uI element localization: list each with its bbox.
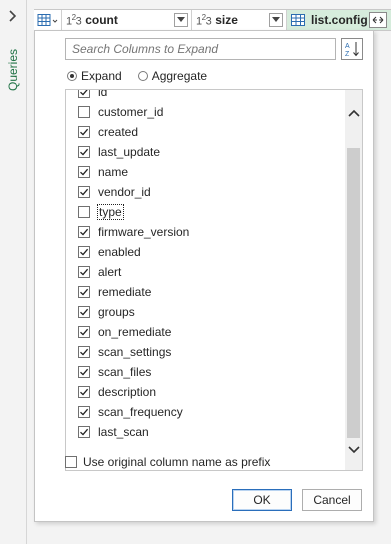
column-checkbox-label: vendor_id	[98, 185, 151, 199]
column-checkbox[interactable]	[78, 406, 90, 418]
column-checkbox-label: scan_settings	[98, 345, 172, 359]
column-checkbox-label: enabled	[98, 245, 141, 259]
column-name: count	[85, 13, 118, 27]
scroll-down-icon[interactable]	[345, 441, 362, 458]
column-checkbox[interactable]	[78, 186, 90, 198]
use-prefix-label: Use original column name as prefix	[83, 455, 271, 469]
column-checklist-item[interactable]: created	[66, 122, 344, 142]
column-checkbox-label: last_update	[98, 145, 161, 159]
column-checkbox-label: customer_id	[98, 105, 164, 119]
column-checkbox-label: alert	[98, 265, 122, 279]
column-checkbox-label: on_remediate	[98, 325, 172, 339]
column-checkbox-label: firmware_version	[98, 225, 190, 239]
aggregate-radio[interactable]: Aggregate	[137, 69, 208, 83]
use-prefix-checkbox[interactable]	[65, 456, 77, 468]
column-checkbox[interactable]	[78, 326, 90, 338]
chevron-right-icon[interactable]	[8, 9, 18, 23]
column-checklist-item[interactable]: vendor_id	[66, 182, 344, 202]
expand-columns-dropdown: A Z Expand Aggregate id customer_idcreate…	[34, 30, 374, 522]
column-header-count[interactable]: 123 count	[62, 10, 192, 30]
sort-az-icon: A Z	[345, 42, 359, 57]
column-checkbox-label: remediate	[98, 285, 152, 299]
column-checklist: id customer_idcreated last_updatename vendo…	[65, 89, 363, 471]
queries-pane: Queries	[0, 0, 27, 544]
column-checkbox[interactable]	[78, 346, 90, 358]
column-checkbox[interactable]	[78, 126, 90, 138]
aggregate-radio-label: Aggregate	[151, 69, 208, 83]
column-checkbox-label: name	[98, 165, 129, 179]
column-checkbox-label: scan_frequency	[98, 405, 183, 419]
column-checklist-items: id customer_idcreated last_updatename vendo…	[66, 89, 344, 442]
filter-dropdown-icon[interactable]	[269, 13, 283, 27]
number-type-icon[interactable]: 123	[66, 13, 82, 28]
column-checkbox-label: last_scan	[98, 425, 149, 439]
column-checklist-item[interactable]: name	[66, 162, 344, 182]
scroll-up-icon[interactable]	[345, 104, 362, 121]
column-checkbox[interactable]	[78, 246, 90, 258]
column-checklist-item[interactable]: firmware_version	[66, 222, 344, 242]
column-checkbox[interactable]	[78, 306, 90, 318]
column-checklist-item[interactable]: scan_settings	[66, 342, 344, 362]
power-query-window: Queries 123 count 123 size list.config S…	[0, 0, 391, 544]
column-header-list-config[interactable]: list.config	[287, 10, 391, 30]
column-checklist-item[interactable]: alert	[66, 262, 344, 282]
column-checkbox-label: created	[98, 125, 139, 139]
queries-pane-label[interactable]: Queries	[4, 40, 22, 100]
column-header-size[interactable]: 123 size	[192, 10, 287, 30]
table-menu-button[interactable]	[34, 10, 62, 30]
scrollbar-thumb[interactable]	[347, 148, 360, 438]
column-checkbox[interactable]	[78, 106, 90, 118]
column-checkbox[interactable]	[78, 166, 90, 178]
column-checklist-item[interactable]: id	[66, 89, 344, 102]
column-checklist-item[interactable]: last_scan	[66, 422, 344, 442]
column-checklist-item[interactable]: last_update	[66, 142, 344, 162]
column-checklist-item[interactable]: on_remediate	[66, 322, 344, 342]
column-name: list.config	[311, 13, 368, 27]
filter-dropdown-icon[interactable]	[174, 13, 188, 27]
column-checkbox[interactable]	[78, 286, 90, 298]
number-type-icon[interactable]: 123	[196, 13, 212, 28]
column-checkbox[interactable]	[78, 146, 90, 158]
column-checkbox-label: scan_files	[98, 365, 152, 379]
column-checkbox[interactable]	[78, 366, 90, 378]
vertical-scrollbar[interactable]	[345, 90, 362, 470]
column-checkbox[interactable]	[78, 90, 90, 98]
column-checkbox[interactable]	[78, 266, 90, 278]
svg-text:A: A	[345, 43, 350, 50]
column-checkbox-label: id	[98, 89, 108, 99]
column-checklist-item[interactable]: customer_id	[66, 102, 344, 122]
column-checkbox-label: description	[98, 385, 157, 399]
search-columns-input[interactable]	[65, 38, 336, 60]
svg-text:Z: Z	[345, 51, 350, 57]
column-checkbox[interactable]	[78, 426, 90, 438]
radio-button[interactable]	[137, 71, 148, 81]
column-checklist-item[interactable]: remediate	[66, 282, 344, 302]
column-checkbox-label: groups	[98, 305, 135, 319]
column-checklist-item[interactable]: description	[66, 382, 344, 402]
column-name: size	[215, 13, 238, 27]
column-checklist-item[interactable]: groups	[66, 302, 344, 322]
sort-az-button[interactable]: A Z	[341, 38, 363, 60]
expand-radio-label: Expand	[81, 69, 122, 83]
expand-mode-radio-group: Expand Aggregate	[67, 69, 217, 83]
ok-button[interactable]: OK	[232, 489, 292, 511]
expand-column-icon[interactable]	[369, 12, 387, 28]
column-checkbox-label: type	[97, 204, 124, 220]
column-checklist-item[interactable]: enabled	[66, 242, 344, 262]
use-prefix-option[interactable]: Use original column name as prefix	[65, 455, 270, 469]
expand-radio[interactable]: Expand	[67, 69, 122, 83]
table-icon	[37, 14, 57, 26]
column-header-strip: 123 count 123 size list.config	[34, 9, 391, 31]
table-type-icon	[291, 14, 305, 26]
column-checklist-item[interactable]: scan_files	[66, 362, 344, 382]
cancel-button[interactable]: Cancel	[302, 489, 362, 511]
column-checklist-item[interactable]: scan_frequency	[66, 402, 344, 422]
column-checkbox[interactable]	[78, 206, 90, 218]
column-checklist-item[interactable]: type	[66, 202, 344, 222]
column-checkbox[interactable]	[78, 386, 90, 398]
column-checkbox[interactable]	[78, 226, 90, 238]
radio-button[interactable]	[67, 71, 77, 81]
